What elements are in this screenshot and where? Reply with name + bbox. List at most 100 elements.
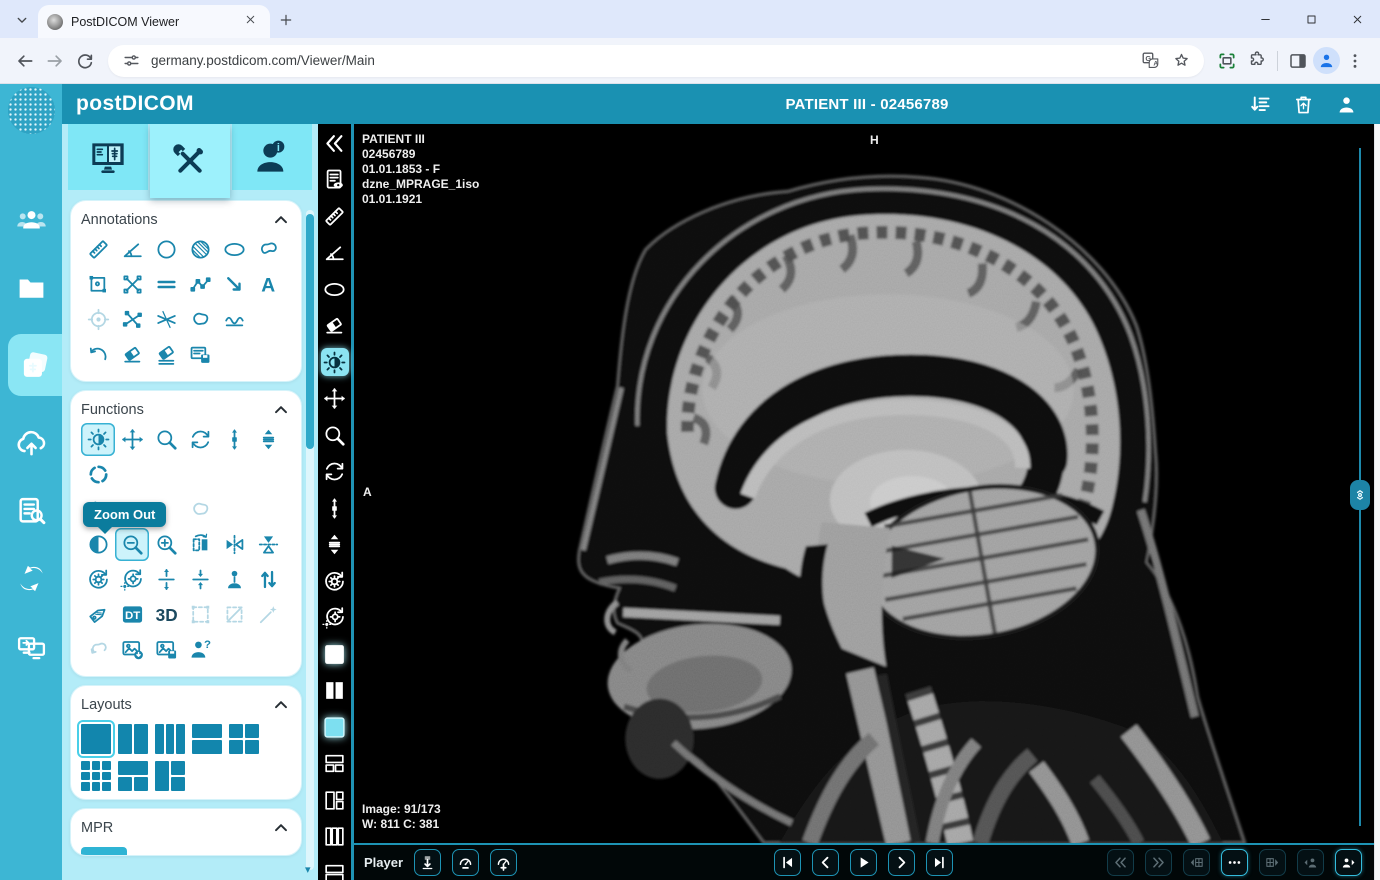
select-region-button[interactable] [183, 598, 217, 631]
undo-shape-button[interactable] [81, 633, 115, 666]
layout-2col-button[interactable] [321, 677, 349, 705]
tab-display[interactable] [68, 124, 148, 190]
recycle-bin-button[interactable] [1291, 92, 1315, 116]
mri-sagittal-brain-image[interactable] [487, 129, 1249, 843]
ellipse-button[interactable] [321, 275, 349, 303]
anonymize-button[interactable]: ? [183, 633, 217, 666]
account-button[interactable] [1334, 92, 1358, 116]
collapse-mpr-button[interactable] [271, 818, 291, 838]
speed-up-button[interactable] [490, 849, 518, 876]
volume-3d-button[interactable]: 3D [149, 598, 183, 631]
layout-1x3-button[interactable] [155, 724, 185, 754]
previous-stack-button[interactable] [1183, 849, 1210, 876]
export-image-button[interactable] [115, 633, 149, 666]
collapse-vertical-button[interactable] [183, 563, 217, 596]
reset-rotate-button[interactable] [321, 567, 349, 595]
point-target-button[interactable] [81, 303, 115, 336]
report-button[interactable] [321, 166, 349, 194]
save-image-button[interactable] [149, 633, 183, 666]
shaded-circle-button[interactable] [183, 233, 217, 266]
layout-1x2-button[interactable] [118, 724, 148, 754]
patient-orientation-button[interactable] [217, 563, 251, 596]
text-button[interactable]: A [251, 268, 285, 301]
rotate-flip-button[interactable] [251, 528, 285, 561]
ruler-button[interactable] [321, 202, 349, 230]
localizer-button[interactable] [81, 458, 115, 491]
previous-image-button[interactable] [812, 849, 839, 876]
sidebar-item-sync[interactable] [0, 556, 62, 600]
tab-tools[interactable] [150, 124, 230, 198]
page-scrollbar[interactable] [1374, 124, 1380, 880]
sidebar-item-patients[interactable] [0, 198, 62, 242]
freehand-button[interactable] [251, 233, 285, 266]
layout-current-button[interactable] [321, 713, 349, 741]
eraser-button[interactable] [321, 312, 349, 340]
reset-window-button[interactable] [321, 604, 349, 632]
panel-scrollbar[interactable]: ▾ [305, 210, 314, 876]
functions-header[interactable]: Functions [81, 397, 291, 423]
address-bar[interactable]: germany.postdicom.com/Viewer/Main GA [108, 44, 1204, 77]
last-image-button[interactable] [926, 849, 953, 876]
crop-button[interactable] [217, 598, 251, 631]
browser-menu-button[interactable] [1340, 46, 1370, 76]
magnify-button[interactable] [321, 421, 349, 449]
tab-search-button[interactable] [9, 7, 35, 33]
undo-annotation-button[interactable] [81, 338, 115, 371]
collapse-annotations-button[interactable] [271, 210, 291, 230]
sort-series-button[interactable] [1248, 92, 1272, 116]
layout-2row-button[interactable] [321, 859, 349, 880]
url-text[interactable]: germany.postdicom.com/Viewer/Main [151, 53, 1130, 68]
layout-3x3-button[interactable] [81, 761, 111, 791]
collapse-panel-button[interactable] [321, 129, 349, 157]
rotate-button[interactable] [183, 423, 217, 456]
new-tab-button[interactable] [273, 7, 299, 33]
speed-down-button[interactable] [452, 849, 480, 876]
layout-2x1-button[interactable] [192, 724, 222, 754]
magic-freehand-button[interactable] [183, 493, 217, 526]
zoom-in-button[interactable] [149, 528, 183, 561]
scroll-vertical-button[interactable] [217, 423, 251, 456]
ruler-button[interactable] [81, 233, 115, 266]
sidebar-item-worklist[interactable] [0, 488, 62, 532]
tab-patient-info[interactable]: i [232, 124, 312, 190]
rotate-button[interactable] [321, 458, 349, 486]
cobb-angle-button[interactable] [149, 303, 183, 336]
next-stack-button[interactable] [1259, 849, 1286, 876]
closed-freehand-button[interactable] [183, 303, 217, 336]
zoom-out-button[interactable] [115, 528, 149, 561]
screen-capture-button[interactable] [1212, 46, 1242, 76]
magnify-button[interactable] [149, 423, 183, 456]
sidebar-item-folders[interactable] [0, 266, 62, 310]
stack-slider-thumb[interactable] [1350, 480, 1370, 510]
previous-series-button[interactable] [1107, 849, 1134, 876]
next-patient-button[interactable] [1335, 849, 1362, 876]
window-level-button[interactable] [320, 348, 349, 376]
circle-button[interactable] [149, 233, 183, 266]
back-button[interactable] [10, 46, 40, 76]
translate-button[interactable]: GA [1139, 50, 1161, 72]
profile-avatar[interactable] [1313, 47, 1340, 74]
dicom-dt-button[interactable]: DT [115, 598, 149, 631]
scrollbar-down-arrow[interactable]: ▾ [305, 863, 311, 876]
scroll-vertical-button[interactable] [321, 494, 349, 522]
angle-button[interactable] [115, 233, 149, 266]
sidebar-item-upload[interactable] [0, 420, 62, 464]
magic-wand-button[interactable] [251, 598, 285, 631]
parallel-lines-button[interactable] [149, 268, 183, 301]
more-options-button[interactable] [1221, 849, 1248, 876]
window-level-button[interactable] [81, 423, 115, 456]
sort-order-button[interactable] [251, 563, 285, 596]
layout-1top-2bottom-button[interactable] [321, 750, 349, 778]
spline-wave-button[interactable] [217, 303, 251, 336]
erase-all-button[interactable] [149, 338, 183, 371]
stack-scroll-button[interactable] [251, 423, 285, 456]
forward-button[interactable] [40, 46, 70, 76]
pan-button[interactable] [321, 385, 349, 413]
flip-vertical-button[interactable] [217, 528, 251, 561]
layout-2x2-button[interactable] [229, 724, 259, 754]
arrow-button[interactable] [217, 268, 251, 301]
tab-close-button[interactable] [244, 13, 261, 30]
next-series-button[interactable] [1145, 849, 1172, 876]
cross-measure-button[interactable] [115, 268, 149, 301]
flip-horizontal-button[interactable] [183, 528, 217, 561]
